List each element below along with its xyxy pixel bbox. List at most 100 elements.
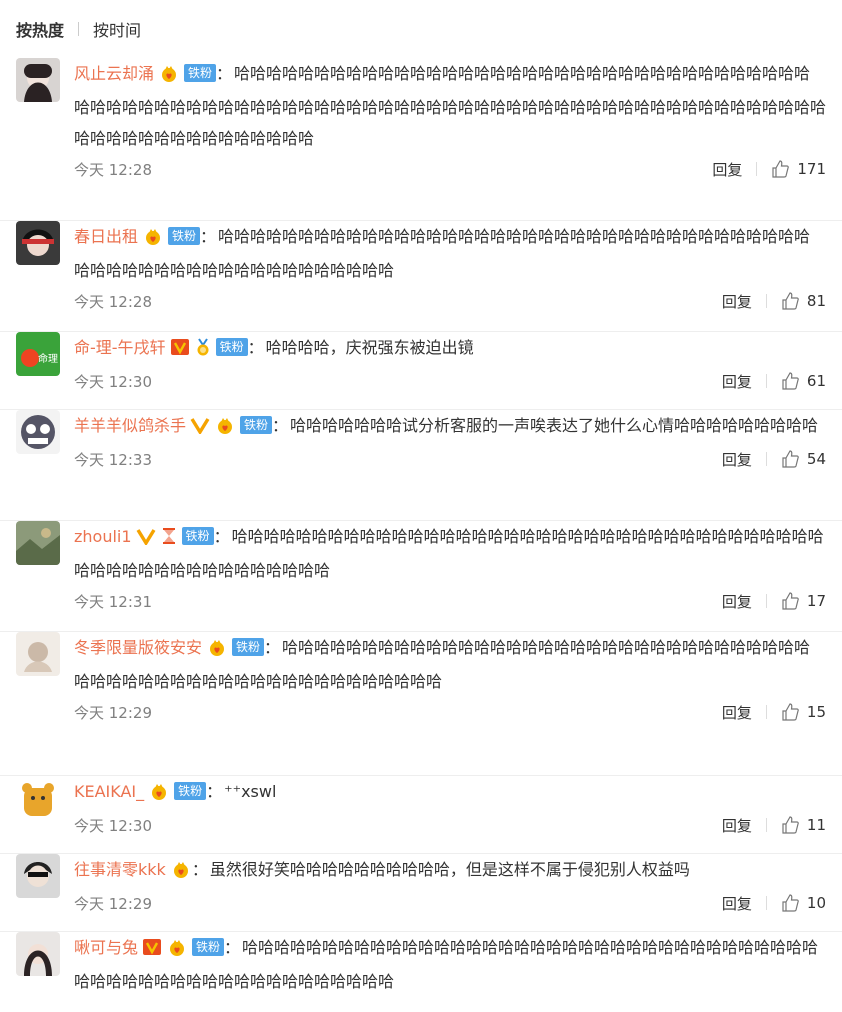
- vip-red-icon[interactable]: [142, 935, 162, 966]
- colon: ：: [191, 860, 208, 879]
- like-button[interactable]: 17: [781, 592, 826, 610]
- crown-heart-icon[interactable]: [214, 413, 236, 444]
- comment-text-block: KEAIKAI_ 铁粉： ⁺⁺xswl: [74, 776, 826, 810]
- username-link[interactable]: 往事清零kkk: [74, 860, 166, 879]
- reply-button[interactable]: 回复: [722, 449, 752, 470]
- fan-badge[interactable]: 铁粉: [168, 227, 201, 245]
- like-button[interactable]: 10: [781, 894, 826, 912]
- comment-text-block: 往事清零kkk ：虽然很好笑哈哈哈哈哈哈哈哈哈哈，但是这样不属于侵犯别人权益吗: [74, 854, 826, 888]
- comment-footer: 今天 12:29 回复 10: [74, 888, 826, 918]
- like-count: 15: [806, 703, 826, 721]
- comment-time: 今天 12:28: [74, 292, 152, 311]
- like-count: 81: [806, 292, 826, 310]
- like-button[interactable]: 81: [781, 292, 826, 310]
- verified-v-icon[interactable]: [190, 413, 210, 444]
- sort-by-heat-tab[interactable]: 按热度: [16, 17, 64, 41]
- comment-item: 风止云却涌 铁粉：哈哈哈哈哈哈哈哈哈哈哈哈哈哈哈哈哈哈哈哈哈哈哈哈哈哈哈哈哈哈哈哈…: [0, 58, 842, 221]
- like-count: 54: [806, 450, 826, 468]
- comment-time: 今天 12:30: [74, 816, 152, 835]
- fan-badge[interactable]: 铁粉: [174, 782, 207, 800]
- hourglass-icon[interactable]: [160, 524, 178, 555]
- username-link[interactable]: 命-理-午戌轩: [74, 338, 166, 357]
- fan-badge[interactable]: 铁粉: [192, 938, 225, 956]
- comment-text-block: 羊羊羊似鸽杀手 铁粉：哈哈哈哈哈哈哈试分析客服的一声唉表达了她什么心情哈哈哈哈哈哈…: [74, 410, 826, 444]
- footer-divider: [765, 594, 767, 608]
- crown-heart-icon[interactable]: [206, 635, 228, 666]
- like-button[interactable]: 15: [781, 703, 826, 721]
- like-count: 61: [806, 372, 826, 390]
- reply-button[interactable]: 回复: [712, 159, 742, 180]
- username-link[interactable]: 春日出租: [74, 227, 138, 246]
- avatar[interactable]: [16, 58, 60, 102]
- colon: ：: [264, 638, 281, 657]
- comment-footer: 今天 12:29 回复 15: [74, 697, 826, 727]
- avatar[interactable]: [16, 854, 60, 898]
- verified-v-icon[interactable]: [136, 524, 156, 555]
- reply-button[interactable]: 回复: [722, 291, 752, 312]
- vip-red-icon[interactable]: [170, 335, 190, 366]
- avatar[interactable]: [16, 932, 60, 976]
- username-link[interactable]: 羊羊羊似鸽杀手: [74, 416, 186, 435]
- crown-heart-icon[interactable]: [170, 857, 192, 888]
- like-button[interactable]: 11: [781, 816, 826, 834]
- sort-by-time-tab[interactable]: 按时间: [93, 17, 141, 41]
- like-button[interactable]: 54: [781, 450, 826, 468]
- fan-badge[interactable]: 铁粉: [181, 527, 214, 545]
- avatar[interactable]: [16, 632, 60, 676]
- comment-text: ⁺⁺xswl: [224, 782, 277, 801]
- colon: ：: [247, 338, 264, 357]
- comment-text-block: zhouli1 铁粉：哈哈哈哈哈哈哈哈哈哈哈哈哈哈哈哈哈哈哈哈哈哈哈哈哈哈哈哈哈哈…: [74, 521, 826, 586]
- fan-badge[interactable]: 铁粉: [240, 416, 273, 434]
- comment-list: 风止云却涌 铁粉：哈哈哈哈哈哈哈哈哈哈哈哈哈哈哈哈哈哈哈哈哈哈哈哈哈哈哈哈哈哈哈哈…: [0, 58, 842, 1012]
- fan-badge[interactable]: 铁粉: [184, 64, 217, 82]
- comment-time: 今天 12:29: [74, 703, 152, 722]
- username-link[interactable]: 风止云却涌: [74, 64, 154, 83]
- sort-divider: [78, 22, 80, 36]
- footer-divider: [765, 294, 767, 308]
- avatar[interactable]: 命理: [16, 332, 60, 376]
- crown-heart-icon[interactable]: [158, 61, 180, 92]
- reply-button[interactable]: 回复: [722, 371, 752, 392]
- reply-button[interactable]: 回复: [722, 893, 752, 914]
- colon: ：: [213, 527, 230, 546]
- like-button[interactable]: 171: [771, 160, 826, 178]
- comment-footer: 今天 12:33 回复 54: [74, 444, 826, 474]
- comment-item: 往事清零kkk ：虽然很好笑哈哈哈哈哈哈哈哈哈哈，但是这样不属于侵犯别人权益吗 今…: [0, 854, 842, 932]
- comment-time: 今天 12:31: [74, 592, 152, 611]
- comment-item: 冬季限量版筱安安 铁粉：哈哈哈哈哈哈哈哈哈哈哈哈哈哈哈哈哈哈哈哈哈哈哈哈哈哈哈哈哈…: [0, 632, 842, 776]
- fan-badge[interactable]: 铁粉: [215, 338, 248, 356]
- username-link[interactable]: zhouli1: [74, 527, 132, 546]
- thumbs-up-icon: [772, 160, 790, 178]
- like-button[interactable]: 61: [781, 372, 826, 390]
- avatar[interactable]: [16, 410, 60, 454]
- reply-button[interactable]: 回复: [722, 702, 752, 723]
- footer-divider: [765, 896, 767, 910]
- avatar[interactable]: [16, 221, 60, 265]
- reply-button[interactable]: 回复: [722, 591, 752, 612]
- crown-heart-icon[interactable]: [142, 224, 164, 255]
- username-link[interactable]: 冬季限量版筱安安: [74, 638, 202, 657]
- crown-heart-icon[interactable]: [166, 935, 188, 966]
- comment-item: 啾可与兔 铁粉：哈哈哈哈哈哈哈哈哈哈哈哈哈哈哈哈哈哈哈哈哈哈哈哈哈哈哈哈哈哈哈哈哈…: [0, 932, 842, 1012]
- comment-item: KEAIKAI_ 铁粉： ⁺⁺xswl 今天 12:30 回复 11: [0, 776, 842, 854]
- username-link[interactable]: 啾可与兔: [74, 938, 138, 957]
- comment-item: zhouli1 铁粉：哈哈哈哈哈哈哈哈哈哈哈哈哈哈哈哈哈哈哈哈哈哈哈哈哈哈哈哈哈哈…: [0, 521, 842, 632]
- thumbs-up-icon: [782, 703, 799, 721]
- colon: ：: [216, 64, 233, 83]
- reply-button[interactable]: 回复: [722, 815, 752, 836]
- comment-item: 春日出租 铁粉：哈哈哈哈哈哈哈哈哈哈哈哈哈哈哈哈哈哈哈哈哈哈哈哈哈哈哈哈哈哈哈哈哈…: [0, 221, 842, 332]
- fan-badge[interactable]: 铁粉: [232, 638, 265, 656]
- comment-footer: 今天 12:28 回复 171: [74, 154, 826, 184]
- avatar[interactable]: [16, 521, 60, 565]
- thumbs-up-icon: [782, 450, 799, 468]
- comment-text: 哈哈哈哈哈哈哈试分析客服的一声唉表达了她什么心情哈哈哈哈哈哈哈哈哈: [290, 416, 819, 435]
- username-link[interactable]: KEAIKAI_: [74, 782, 144, 801]
- thumbs-up-icon: [782, 816, 799, 834]
- like-count: 11: [806, 816, 826, 834]
- comment-time: 今天 12:29: [74, 894, 152, 913]
- medal-icon[interactable]: [194, 335, 212, 366]
- avatar[interactable]: [16, 776, 60, 820]
- footer-divider: [765, 818, 767, 832]
- comment-footer: 今天 12:30 回复 61: [74, 366, 826, 396]
- crown-heart-icon[interactable]: [148, 779, 170, 810]
